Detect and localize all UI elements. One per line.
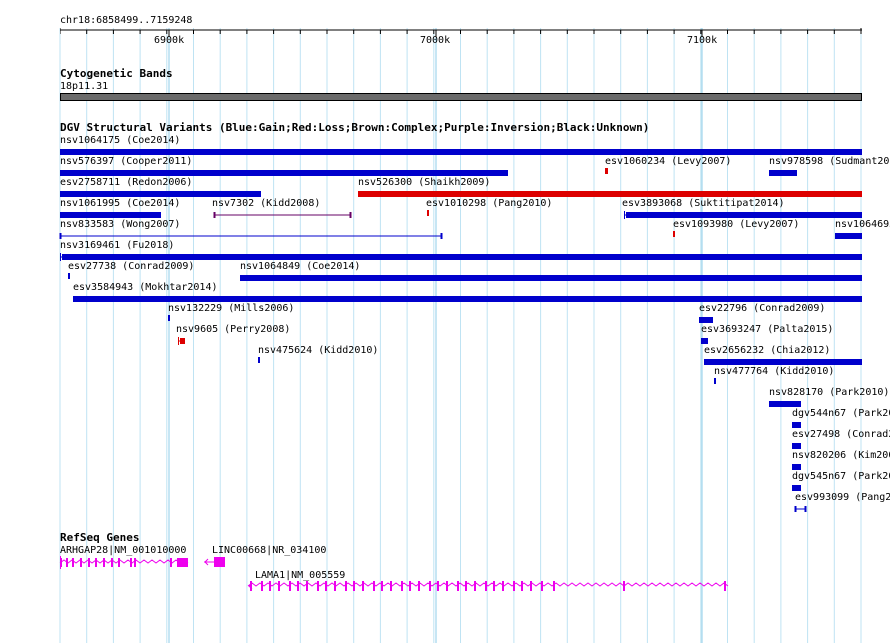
gene-exon <box>269 581 271 591</box>
gene-exon <box>465 581 467 591</box>
gene-exon <box>181 558 188 567</box>
gene-exon <box>289 581 291 591</box>
gene-intron-line <box>59 559 189 564</box>
gene-exon <box>401 581 403 591</box>
gene-exon <box>88 558 90 567</box>
refseq-gene-glyphs[interactable] <box>0 0 890 643</box>
gene-exon <box>317 581 319 591</box>
gene-exon <box>306 581 308 591</box>
gene-exon <box>362 581 364 591</box>
gene-exon <box>553 581 555 591</box>
gene-exon <box>130 558 132 567</box>
gene-exon <box>103 558 105 567</box>
gene-exon <box>95 558 97 567</box>
gene-exon <box>474 581 476 591</box>
gene-end-mark <box>60 556 61 569</box>
gene-exon <box>261 581 263 591</box>
gene-exon <box>513 581 515 591</box>
gene-exon <box>278 581 280 591</box>
gene-exon <box>541 581 543 591</box>
gene-exon <box>353 581 355 591</box>
gene-exon <box>446 581 448 591</box>
gene-exon <box>485 581 487 591</box>
gene-exon <box>724 581 726 591</box>
gene-exon <box>250 581 252 591</box>
gene-exon <box>66 558 68 567</box>
gene-exon <box>373 581 375 591</box>
gene-intron-line <box>247 582 729 587</box>
gene-exon <box>418 581 420 591</box>
gene-exon <box>325 581 327 591</box>
gene-exon <box>429 581 431 591</box>
gene-exon <box>390 581 392 591</box>
gene-exon <box>170 558 172 567</box>
gene-exon <box>437 581 439 591</box>
gene-exon <box>118 558 120 567</box>
gene-exon <box>80 558 82 567</box>
gene-exon <box>521 581 523 591</box>
gene-exon <box>409 581 411 591</box>
gene-exon <box>297 581 299 591</box>
gene-exon <box>623 581 625 591</box>
gene-exon <box>530 581 532 591</box>
gene-exon <box>502 581 504 591</box>
gene-exon <box>381 581 383 591</box>
gene-exon <box>457 581 459 591</box>
gene-exon <box>111 558 113 567</box>
gene-exon <box>334 581 336 591</box>
gene-exon <box>493 581 495 591</box>
gene-exon <box>214 557 225 567</box>
gene-exon <box>72 558 74 567</box>
gene-exon <box>134 558 136 567</box>
gene-exon <box>345 581 347 591</box>
